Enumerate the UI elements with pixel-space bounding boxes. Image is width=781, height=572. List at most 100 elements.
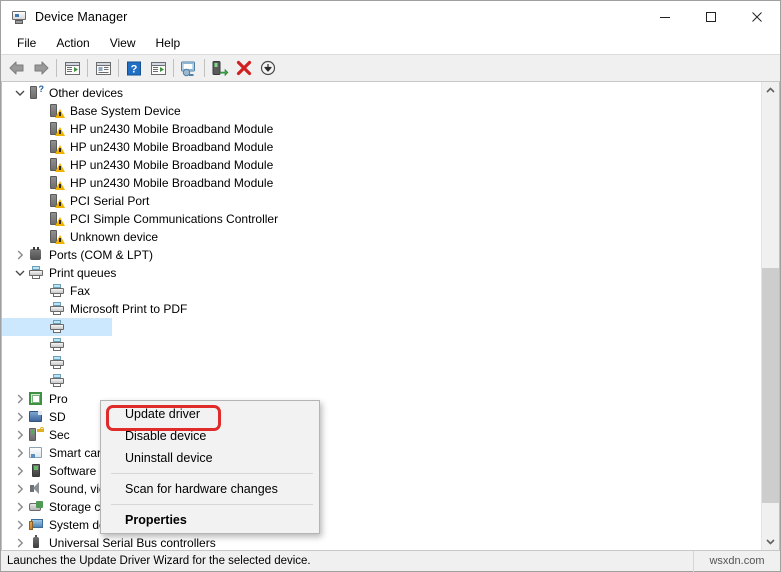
port-icon: [28, 247, 44, 263]
chevron-right-icon[interactable]: [12, 246, 28, 264]
security-device-icon: [28, 427, 44, 443]
twisty-placeholder: [33, 354, 49, 372]
tree-row-label: PCI Simple Communications Controller: [70, 212, 279, 226]
warning-device-icon: [49, 193, 65, 209]
watermark: wsxdn.com: [709, 555, 765, 567]
context-menu-item-uninstall-device[interactable]: Uninstall device: [101, 447, 319, 469]
uninstall-device-icon[interactable]: [232, 56, 256, 80]
device-manager-icon: [11, 9, 27, 25]
menu-file[interactable]: File: [7, 33, 46, 53]
context-menu-separator: [111, 504, 313, 505]
tree-row-label: HP un2430 Mobile Broadband Module: [70, 140, 274, 154]
sd-host-adapter-icon: [28, 409, 44, 425]
vertical-scrollbar[interactable]: [761, 82, 779, 550]
twisty-placeholder: [33, 282, 49, 300]
twisty-placeholder: [33, 336, 49, 354]
context-menu-item-update-driver[interactable]: Update driver: [101, 403, 319, 425]
status-bar: Launches the Update Driver Wizard for th…: [1, 550, 780, 572]
tree-row-label: HP un2430 Mobile Broadband Module: [70, 122, 274, 136]
chevron-right-icon[interactable]: [12, 444, 28, 462]
chevron-right-icon[interactable]: [12, 534, 28, 550]
chevron-down-icon[interactable]: [12, 264, 28, 282]
tree-row[interactable]: [2, 336, 761, 354]
tree-row[interactable]: Base System Device: [2, 102, 761, 120]
maximize-button[interactable]: [688, 1, 734, 32]
toolbar-separator: [118, 59, 119, 77]
twisty-placeholder: [33, 174, 49, 192]
twisty-placeholder: [33, 318, 49, 336]
tree-row-label: PCI Serial Port: [70, 194, 150, 208]
printer-icon: [49, 319, 65, 335]
tree-row[interactable]: [2, 318, 112, 336]
tree-row[interactable]: ? Other devices: [2, 84, 761, 102]
title-bar: Device Manager: [1, 1, 780, 32]
scrollbar-thumb[interactable]: [762, 268, 779, 503]
tree-row[interactable]: PCI Serial Port: [2, 192, 761, 210]
chevron-right-icon[interactable]: [12, 462, 28, 480]
warning-device-icon: [49, 175, 65, 191]
tree-row[interactable]: PCI Simple Communications Controller: [2, 210, 761, 228]
chevron-right-icon[interactable]: [12, 390, 28, 408]
tree-row[interactable]: HP un2430 Mobile Broadband Module: [2, 174, 761, 192]
tree-row-label: Base System Device: [70, 104, 181, 118]
twisty-placeholder: [33, 156, 49, 174]
unknown-device-icon: ?: [28, 85, 44, 101]
printer-icon: [49, 373, 65, 389]
tree-row[interactable]: [2, 354, 761, 372]
tree-row[interactable]: Microsoft Print to PDF: [2, 300, 761, 318]
context-menu[interactable]: Update driver Disable device Uninstall d…: [100, 400, 320, 534]
toolbar-separator: [204, 59, 205, 77]
context-menu-item-disable-device[interactable]: Disable device: [101, 425, 319, 447]
disable-device-icon[interactable]: [256, 56, 280, 80]
window-controls: [642, 1, 780, 32]
tree-row[interactable]: Ports (COM & LPT): [2, 246, 761, 264]
forward-icon[interactable]: [29, 56, 53, 80]
tree-row-label: HP un2430 Mobile Broadband Module: [70, 176, 274, 190]
warning-device-icon: [49, 157, 65, 173]
menu-action[interactable]: Action: [46, 33, 99, 53]
tree-row-label: Print queues: [49, 266, 117, 280]
warning-device-icon: [49, 103, 65, 119]
scroll-up-button[interactable]: [762, 82, 779, 99]
tree-row-label: Ports (COM & LPT): [49, 248, 154, 262]
twisty-placeholder: [33, 372, 49, 390]
scroll-down-button[interactable]: [762, 533, 779, 550]
tree-row[interactable]: [2, 372, 761, 390]
tree-row[interactable]: Universal Serial Bus controllers: [2, 534, 761, 550]
tree-row[interactable]: HP un2430 Mobile Broadband Module: [2, 138, 761, 156]
back-icon[interactable]: [5, 56, 29, 80]
tree-row-label: Other devices: [49, 86, 124, 100]
menu-view[interactable]: View: [100, 33, 146, 53]
chevron-right-icon[interactable]: [12, 408, 28, 426]
chevron-right-icon[interactable]: [12, 516, 28, 534]
menu-help[interactable]: Help: [146, 33, 191, 53]
chevron-right-icon[interactable]: [12, 480, 28, 498]
properties-icon[interactable]: [91, 56, 115, 80]
tree-row[interactable]: Unknown device: [2, 228, 761, 246]
toolbar-separator: [56, 59, 57, 77]
minimize-button[interactable]: [642, 1, 688, 32]
tree-row[interactable]: Fax: [2, 282, 761, 300]
tree-row-label: HP un2430 Mobile Broadband Module: [70, 158, 274, 172]
toolbar-separator: [87, 59, 88, 77]
close-button[interactable]: [734, 1, 780, 32]
context-menu-item-properties[interactable]: Properties: [101, 509, 319, 531]
update-driver-icon[interactable]: [208, 56, 232, 80]
chevron-right-icon[interactable]: [12, 498, 28, 516]
chevron-down-icon[interactable]: [12, 84, 28, 102]
show-hide-action-pane-icon[interactable]: [146, 56, 170, 80]
context-menu-item-scan-for-hardware-changes[interactable]: Scan for hardware changes: [101, 478, 319, 500]
tree-row[interactable]: Print queues: [2, 264, 761, 282]
device-tree-panel: ? Other devices Base System Device HP un243…: [1, 82, 780, 550]
tree-row[interactable]: HP un2430 Mobile Broadband Module: [2, 120, 761, 138]
warning-device-icon: [49, 121, 65, 137]
chevron-right-icon[interactable]: [12, 426, 28, 444]
scrollbar-track[interactable]: [762, 99, 779, 533]
svg-text:?: ?: [131, 63, 138, 75]
tree-row-label: Sec: [49, 428, 70, 442]
scan-for-hardware-changes-icon[interactable]: [177, 56, 201, 80]
help-icon[interactable]: ?: [122, 56, 146, 80]
usb-controller-icon: [28, 535, 44, 550]
show-hide-console-tree-icon[interactable]: [60, 56, 84, 80]
tree-row[interactable]: HP un2430 Mobile Broadband Module: [2, 156, 761, 174]
